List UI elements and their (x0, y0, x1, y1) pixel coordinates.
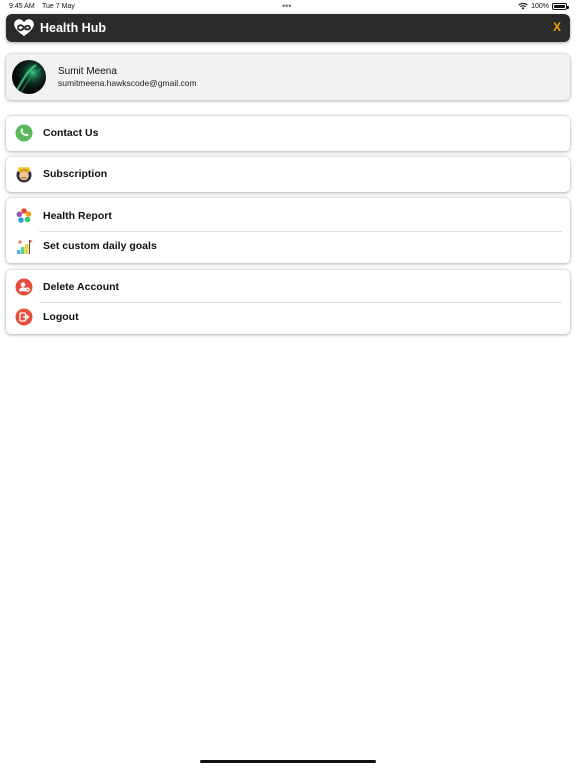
menu-item-subscription[interactable]: SUB Subscription (6, 159, 570, 189)
status-right: 100% (518, 2, 569, 10)
avatar (12, 60, 46, 94)
goals-icon (15, 237, 33, 255)
health-hub-logo-icon (13, 17, 35, 39)
close-button[interactable]: X (553, 20, 561, 34)
delete-account-icon (15, 278, 33, 296)
account-card: Delete Account Logout (6, 270, 570, 334)
app-title: Health Hub (40, 21, 106, 35)
status-date: Tue 7 May (42, 3, 75, 10)
multitasking-dots[interactable]: ••• (282, 1, 291, 11)
home-indicator[interactable] (200, 760, 376, 763)
subscription-icon: SUB (15, 165, 33, 183)
profile-card[interactable]: Sumit Meena sumitmeena.hawkscode@gmail.c… (6, 54, 570, 100)
subscription-card: SUB Subscription (6, 157, 570, 192)
profile-name: Sumit Meena (58, 66, 117, 77)
battery-icon (552, 2, 569, 10)
health-report-label: Health Report (43, 210, 112, 222)
battery-percent: 100% (531, 2, 549, 10)
app-header: Health Hub X (6, 14, 570, 42)
contact-us-label: Contact Us (43, 127, 99, 139)
status-time: 9:45 AM (9, 3, 35, 10)
delete-account-label: Delete Account (43, 281, 120, 293)
phone-icon (15, 124, 33, 142)
wifi-icon (518, 3, 528, 10)
menu-item-contact-us[interactable]: Contact Us (6, 118, 570, 148)
status-bar: 9:45 AM Tue 7 May ••• 100% (0, 0, 576, 14)
menu-item-delete-account[interactable]: Delete Account (6, 272, 570, 302)
subscription-label: Subscription (43, 168, 108, 180)
profile-email: sumitmeena.hawkscode@gmail.com (58, 78, 197, 88)
logout-label: Logout (43, 311, 79, 323)
menu-item-health-report[interactable]: Health Report (6, 201, 570, 231)
health-report-icon (15, 207, 33, 225)
menu-item-daily-goals[interactable]: Set custom daily goals (6, 231, 570, 261)
health-card: Health Report Set custom daily goals (6, 198, 570, 263)
menu-item-logout[interactable]: Logout (6, 302, 570, 332)
svg-text:SUB: SUB (20, 168, 28, 172)
contact-card: Contact Us (6, 116, 570, 151)
daily-goals-label: Set custom daily goals (43, 240, 157, 252)
logout-icon (15, 308, 33, 326)
